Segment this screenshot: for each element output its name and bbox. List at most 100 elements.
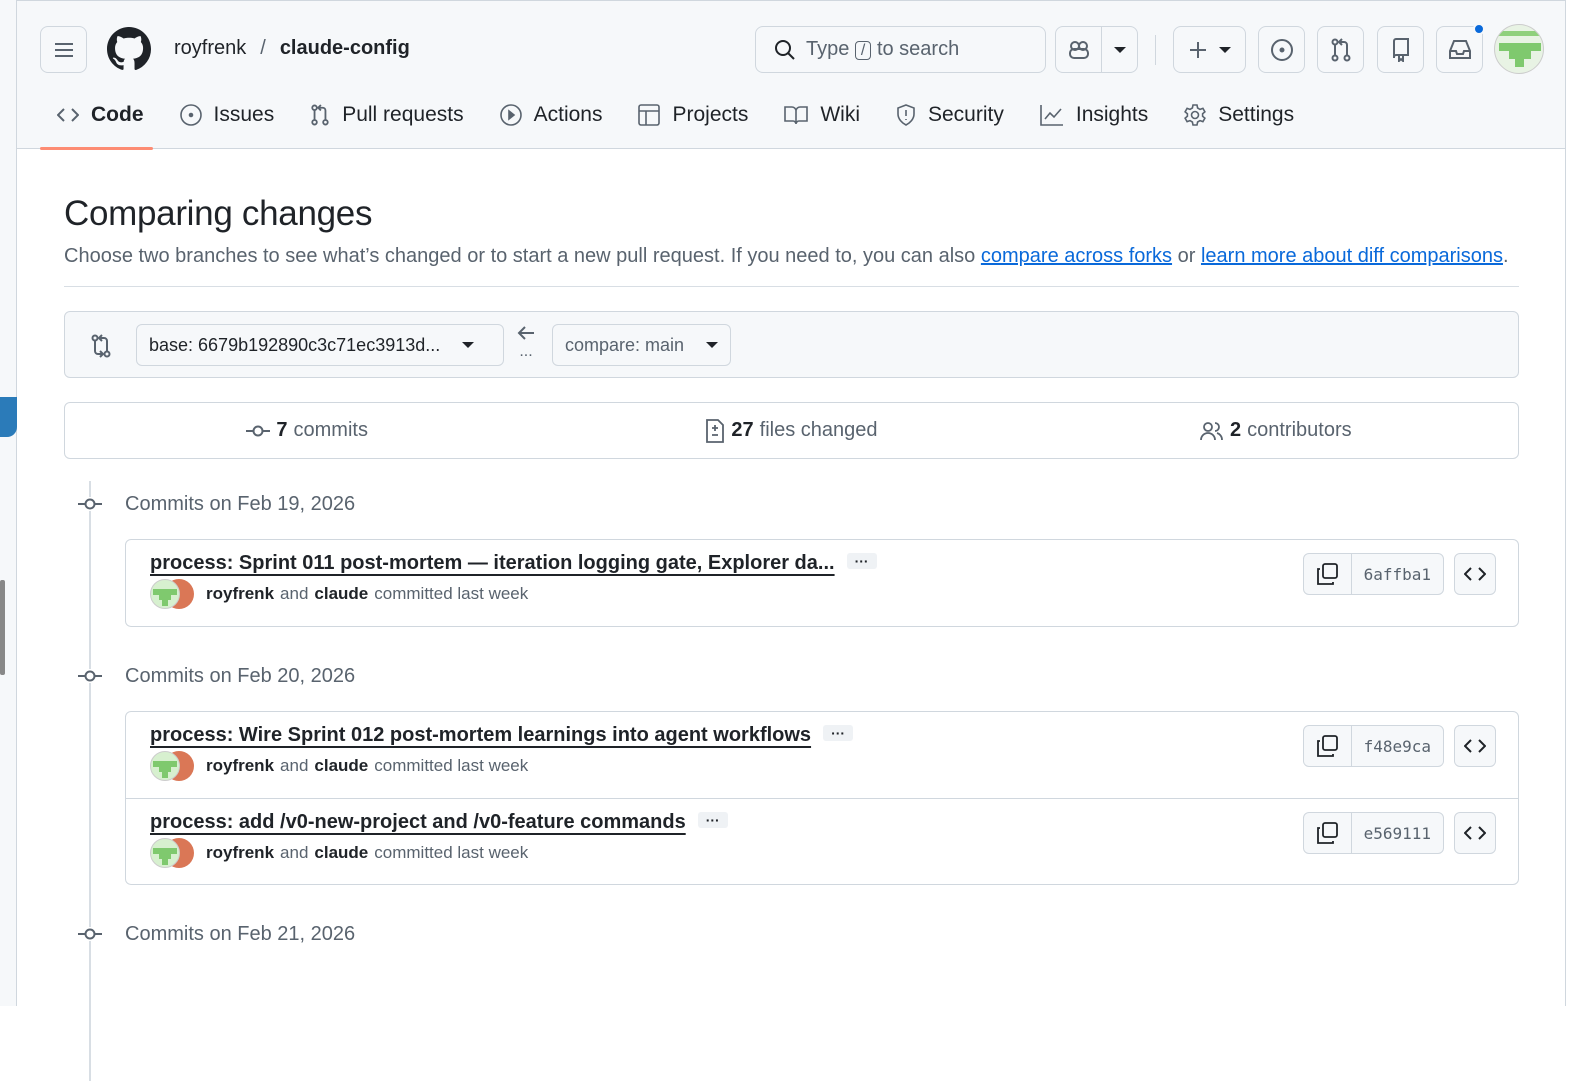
background-window bbox=[0, 0, 17, 1006]
people-icon bbox=[1200, 421, 1223, 440]
commit-sha-link[interactable]: 6affba1 bbox=[1352, 554, 1443, 594]
compare-branch-select[interactable]: compare: main bbox=[552, 324, 732, 366]
owner-link[interactable]: royfrenk bbox=[174, 37, 246, 59]
and-text: and bbox=[280, 843, 309, 862]
pull-request-icon bbox=[1331, 37, 1350, 61]
range-arrow: ... bbox=[517, 326, 535, 360]
github-logo-icon[interactable] bbox=[107, 27, 151, 71]
base-branch-select[interactable]: base: 6679b192890c3c71ec3913d... bbox=[136, 324, 504, 366]
copy-sha-button[interactable] bbox=[1304, 813, 1352, 853]
date-label: Commits on Feb 20, 2026 bbox=[125, 664, 356, 687]
files-changed-tab[interactable]: 27 files changed bbox=[549, 418, 1033, 443]
pull-requests-button[interactable] bbox=[1317, 26, 1364, 73]
compare-icon[interactable] bbox=[90, 334, 112, 358]
and-text: and bbox=[280, 584, 309, 603]
tab-code[interactable]: Code bbox=[39, 97, 162, 133]
coauthor-link[interactable]: claude bbox=[314, 584, 368, 604]
commit-node-icon bbox=[77, 669, 103, 683]
date-label: Commits on Feb 19, 2026 bbox=[125, 492, 356, 515]
avatar[interactable] bbox=[1494, 24, 1544, 74]
description-text: Choose two branches to see what’s change… bbox=[64, 245, 976, 267]
range-editor: base: 6679b192890c3c71ec3913d... ... com… bbox=[64, 311, 1519, 378]
expand-message-button[interactable]: ··· bbox=[846, 553, 877, 569]
page-description: Choose two branches to see what’s change… bbox=[64, 240, 1519, 287]
commit-sha-link[interactable]: f48e9ca bbox=[1352, 726, 1443, 766]
browse-repo-button[interactable] bbox=[1454, 812, 1496, 854]
contributors-label: contributors bbox=[1247, 419, 1352, 441]
breadcrumb: royfrenk / claude-config bbox=[174, 37, 410, 60]
author-avatar[interactable] bbox=[150, 838, 180, 868]
search-input[interactable]: Type / to search bbox=[755, 26, 1046, 73]
issue-icon bbox=[179, 104, 202, 126]
avatar-stack bbox=[150, 579, 194, 609]
tab-settings[interactable]: Settings bbox=[1166, 97, 1312, 133]
tab-issues[interactable]: Issues bbox=[162, 97, 293, 133]
files-label: files changed bbox=[759, 419, 878, 441]
breadcrumb-separator: / bbox=[260, 37, 266, 59]
issues-button[interactable] bbox=[1258, 26, 1305, 73]
commit-node-icon bbox=[77, 927, 103, 941]
coauthor-link[interactable]: claude bbox=[314, 843, 368, 863]
commits-tab[interactable]: 7 commits bbox=[65, 419, 549, 442]
contributors-tab[interactable]: 2 contributors bbox=[1034, 419, 1518, 442]
repo-link[interactable]: claude-config bbox=[280, 37, 410, 59]
pull-request-icon bbox=[311, 104, 329, 126]
author-avatar[interactable] bbox=[150, 579, 180, 609]
tab-projects[interactable]: Projects bbox=[620, 97, 766, 133]
tab-security[interactable]: Security bbox=[878, 97, 1022, 133]
author-link[interactable]: royfrenk bbox=[206, 843, 274, 863]
or-text: or bbox=[1177, 245, 1196, 267]
commit-timeline: Commits on Feb 19, 2026 process: Sprint … bbox=[64, 481, 1519, 1081]
browse-repo-button[interactable] bbox=[1454, 553, 1496, 595]
expand-message-button[interactable]: ··· bbox=[697, 812, 728, 828]
and-text: and bbox=[280, 756, 309, 775]
copy-sha-button[interactable] bbox=[1304, 726, 1352, 766]
tab-actions[interactable]: Actions bbox=[482, 97, 621, 133]
copy-sha-button[interactable] bbox=[1304, 554, 1352, 594]
tab-label: Issues bbox=[213, 103, 275, 126]
commit-title-link[interactable]: process: Sprint 011 post-mortem — iterat… bbox=[150, 552, 835, 574]
tab-pull-requests[interactable]: Pull requests bbox=[292, 97, 481, 133]
tab-label: Pull requests bbox=[342, 103, 464, 126]
tab-label: Wiki bbox=[820, 103, 860, 126]
files-count: 27 bbox=[731, 419, 754, 441]
create-new-button[interactable] bbox=[1173, 26, 1246, 73]
commits-count: 7 bbox=[276, 419, 288, 441]
tab-wiki[interactable]: Wiki bbox=[766, 97, 878, 133]
repo-nav: Code Issues Pull requests Actions Projec… bbox=[39, 97, 1312, 133]
plus-icon bbox=[1189, 41, 1206, 58]
browse-repo-button[interactable] bbox=[1454, 725, 1496, 767]
commit-title-link[interactable]: process: Wire Sprint 012 post-mortem lea… bbox=[150, 724, 811, 746]
author-avatar[interactable] bbox=[150, 751, 180, 781]
commit-date-heading: Commits on Feb 19, 2026 bbox=[64, 481, 1519, 527]
range-dots: ... bbox=[519, 343, 533, 360]
commit-date-heading: Commits on Feb 20, 2026 bbox=[64, 653, 1519, 699]
menu-button[interactable] bbox=[40, 26, 87, 73]
author-link[interactable]: royfrenk bbox=[206, 584, 274, 604]
diff-docs-link[interactable]: learn more about diff comparisons bbox=[1201, 245, 1503, 267]
expand-message-button[interactable]: ··· bbox=[823, 725, 854, 741]
play-icon bbox=[499, 104, 522, 126]
search-prefix: Type bbox=[806, 38, 850, 60]
tab-label: Projects bbox=[672, 103, 749, 126]
repo-icon bbox=[1392, 37, 1409, 62]
code-icon bbox=[1464, 739, 1486, 753]
commit-sha-link[interactable]: e569111 bbox=[1352, 813, 1443, 853]
copilot-button[interactable] bbox=[1055, 26, 1138, 73]
coauthor-link[interactable]: claude bbox=[314, 756, 368, 776]
author-link[interactable]: royfrenk bbox=[206, 756, 274, 776]
commit-icon bbox=[246, 425, 271, 436]
commit-title-link[interactable]: process: add /v0-new-project and /v0-fea… bbox=[150, 811, 686, 833]
commit-time: committed last week bbox=[374, 756, 529, 775]
sha-group: f48e9ca bbox=[1302, 725, 1444, 767]
commit-group: process: Wire Sprint 012 post-mortem lea… bbox=[125, 711, 1519, 885]
commit-node-icon bbox=[77, 497, 103, 511]
search-icon bbox=[775, 39, 795, 60]
compare-stats: 7 commits 27 files changed 2 contributors bbox=[64, 402, 1519, 459]
contributors-count: 2 bbox=[1230, 419, 1242, 441]
base-label: base: 6679b192890c3c71ec3913d... bbox=[149, 334, 441, 355]
repositories-button[interactable] bbox=[1377, 26, 1424, 73]
tab-insights[interactable]: Insights bbox=[1022, 97, 1166, 133]
compare-forks-link[interactable]: compare across forks bbox=[981, 245, 1172, 267]
tab-label: Insights bbox=[1075, 103, 1149, 126]
